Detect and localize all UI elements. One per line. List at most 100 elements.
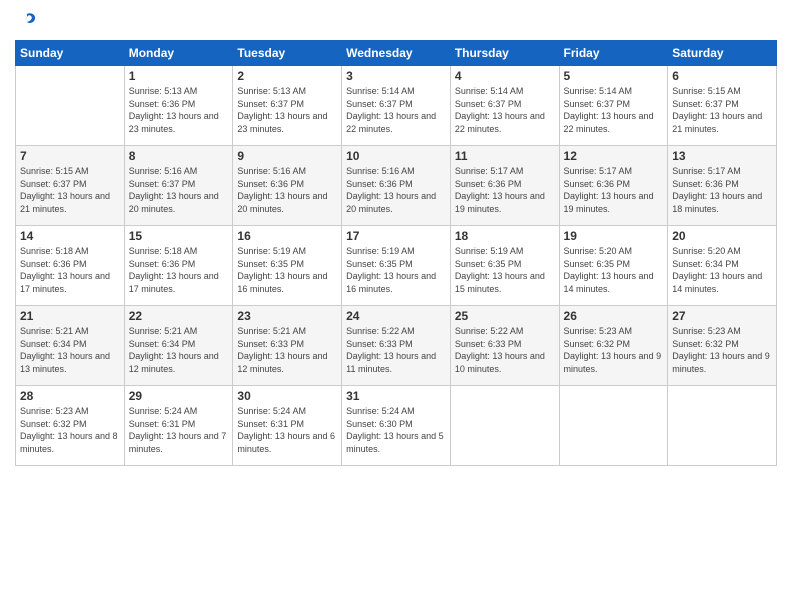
day-info: Sunrise: 5:17 AMSunset: 6:36 PMDaylight:…	[455, 165, 555, 215]
calendar-cell: 30 Sunrise: 5:24 AMSunset: 6:31 PMDayligh…	[233, 386, 342, 466]
calendar-cell: 22 Sunrise: 5:21 AMSunset: 6:34 PMDayligh…	[124, 306, 233, 386]
calendar-cell: 19 Sunrise: 5:20 AMSunset: 6:35 PMDayligh…	[559, 226, 668, 306]
calendar-cell: 27Sunrise: 5:23 AMSunset: 6:32 PMDayligh…	[668, 306, 777, 386]
day-info: Sunrise: 5:16 AMSunset: 6:36 PMDaylight:…	[346, 165, 446, 215]
day-info: Sunrise: 5:14 AMSunset: 6:37 PMDaylight:…	[455, 85, 555, 135]
day-number: 6	[672, 69, 772, 83]
calendar-cell: 11 Sunrise: 5:17 AMSunset: 6:36 PMDayligh…	[450, 146, 559, 226]
day-info: Sunrise: 5:16 AMSunset: 6:36 PMDaylight:…	[237, 165, 337, 215]
calendar-cell: 21 Sunrise: 5:21 AMSunset: 6:34 PMDayligh…	[16, 306, 125, 386]
day-info: Sunrise: 5:14 AMSunset: 6:37 PMDaylight:…	[564, 85, 664, 135]
calendar-cell: 25 Sunrise: 5:22 AMSunset: 6:33 PMDayligh…	[450, 306, 559, 386]
day-info: Sunrise: 5:18 AMSunset: 6:36 PMDaylight:…	[129, 245, 229, 295]
day-info: Sunrise: 5:21 AMSunset: 6:34 PMDaylight:…	[20, 325, 120, 375]
col-tuesday: Tuesday	[233, 41, 342, 66]
day-info: Sunrise: 5:15 AMSunset: 6:37 PMDaylight:…	[20, 165, 120, 215]
calendar-cell: 10 Sunrise: 5:16 AMSunset: 6:36 PMDayligh…	[342, 146, 451, 226]
day-info: Sunrise: 5:20 AMSunset: 6:34 PMDaylight:…	[672, 245, 772, 295]
calendar-cell: 7 Sunrise: 5:15 AMSunset: 6:37 PMDaylight…	[16, 146, 125, 226]
day-info: Sunrise: 5:14 AMSunset: 6:37 PMDaylight:…	[346, 85, 446, 135]
day-info: Sunrise: 5:13 AMSunset: 6:37 PMDaylight:…	[237, 85, 337, 135]
day-number: 25	[455, 309, 555, 323]
calendar-cell	[668, 386, 777, 466]
day-info: Sunrise: 5:19 AMSunset: 6:35 PMDaylight:…	[237, 245, 337, 295]
day-number: 23	[237, 309, 337, 323]
calendar-cell: 6 Sunrise: 5:15 AMSunset: 6:37 PMDaylight…	[668, 66, 777, 146]
day-number: 17	[346, 229, 446, 243]
calendar-cell	[559, 386, 668, 466]
day-number: 29	[129, 389, 229, 403]
day-number: 12	[564, 149, 664, 163]
calendar-cell: 13Sunrise: 5:17 AMSunset: 6:36 PMDayligh…	[668, 146, 777, 226]
calendar-cell: 4 Sunrise: 5:14 AMSunset: 6:37 PMDaylight…	[450, 66, 559, 146]
day-number: 7	[20, 149, 120, 163]
day-number: 21	[20, 309, 120, 323]
logo	[15, 10, 39, 32]
day-info: Sunrise: 5:15 AMSunset: 6:37 PMDaylight:…	[672, 85, 772, 135]
day-number: 8	[129, 149, 229, 163]
calendar-cell: 29 Sunrise: 5:24 AMSunset: 6:31 PMDayligh…	[124, 386, 233, 466]
day-info: Sunrise: 5:20 AMSunset: 6:35 PMDaylight:…	[564, 245, 664, 295]
calendar-week-row: 1Sunrise: 5:13 AMSunset: 6:36 PMDaylight…	[16, 66, 777, 146]
day-number: 3	[346, 69, 446, 83]
calendar-cell: 31Sunrise: 5:24 AMSunset: 6:30 PMDayligh…	[342, 386, 451, 466]
day-info: Sunrise: 5:16 AMSunset: 6:37 PMDaylight:…	[129, 165, 229, 215]
calendar-cell: 14 Sunrise: 5:18 AMSunset: 6:36 PMDayligh…	[16, 226, 125, 306]
page-container: Sunday Monday Tuesday Wednesday Thursday…	[0, 0, 792, 476]
day-number: 20	[672, 229, 772, 243]
calendar-week-row: 21 Sunrise: 5:21 AMSunset: 6:34 PMDayligh…	[16, 306, 777, 386]
day-number: 27	[672, 309, 772, 323]
day-number: 14	[20, 229, 120, 243]
col-friday: Friday	[559, 41, 668, 66]
calendar-cell: 28Sunrise: 5:23 AMSunset: 6:32 PMDayligh…	[16, 386, 125, 466]
logo-bird-icon	[16, 10, 38, 32]
day-info: Sunrise: 5:24 AMSunset: 6:31 PMDaylight:…	[129, 405, 229, 455]
calendar-cell: 3 Sunrise: 5:14 AMSunset: 6:37 PMDaylight…	[342, 66, 451, 146]
calendar-table: Sunday Monday Tuesday Wednesday Thursday…	[15, 40, 777, 466]
header	[15, 10, 777, 32]
calendar-week-row: 28Sunrise: 5:23 AMSunset: 6:32 PMDayligh…	[16, 386, 777, 466]
day-info: Sunrise: 5:21 AMSunset: 6:34 PMDaylight:…	[129, 325, 229, 375]
day-info: Sunrise: 5:19 AMSunset: 6:35 PMDaylight:…	[455, 245, 555, 295]
calendar-cell: 15Sunrise: 5:18 AMSunset: 6:36 PMDayligh…	[124, 226, 233, 306]
day-number: 4	[455, 69, 555, 83]
day-number: 30	[237, 389, 337, 403]
col-thursday: Thursday	[450, 41, 559, 66]
calendar-header-row: Sunday Monday Tuesday Wednesday Thursday…	[16, 41, 777, 66]
calendar-cell: 26 Sunrise: 5:23 AMSunset: 6:32 PMDayligh…	[559, 306, 668, 386]
day-number: 26	[564, 309, 664, 323]
calendar-week-row: 14 Sunrise: 5:18 AMSunset: 6:36 PMDayligh…	[16, 226, 777, 306]
calendar-cell	[16, 66, 125, 146]
calendar-cell: 17Sunrise: 5:19 AMSunset: 6:35 PMDayligh…	[342, 226, 451, 306]
day-info: Sunrise: 5:23 AMSunset: 6:32 PMDaylight:…	[564, 325, 664, 375]
day-number: 13	[672, 149, 772, 163]
calendar-cell: 24Sunrise: 5:22 AMSunset: 6:33 PMDayligh…	[342, 306, 451, 386]
calendar-cell: 12 Sunrise: 5:17 AMSunset: 6:36 PMDayligh…	[559, 146, 668, 226]
calendar-cell: 18Sunrise: 5:19 AMSunset: 6:35 PMDayligh…	[450, 226, 559, 306]
day-info: Sunrise: 5:13 AMSunset: 6:36 PMDaylight:…	[129, 85, 229, 135]
calendar-cell: 16Sunrise: 5:19 AMSunset: 6:35 PMDayligh…	[233, 226, 342, 306]
calendar-cell: 5Sunrise: 5:14 AMSunset: 6:37 PMDaylight…	[559, 66, 668, 146]
day-number: 2	[237, 69, 337, 83]
day-number: 22	[129, 309, 229, 323]
col-monday: Monday	[124, 41, 233, 66]
day-number: 19	[564, 229, 664, 243]
day-info: Sunrise: 5:21 AMSunset: 6:33 PMDaylight:…	[237, 325, 337, 375]
col-wednesday: Wednesday	[342, 41, 451, 66]
day-info: Sunrise: 5:22 AMSunset: 6:33 PMDaylight:…	[346, 325, 446, 375]
day-info: Sunrise: 5:18 AMSunset: 6:36 PMDaylight:…	[20, 245, 120, 295]
col-saturday: Saturday	[668, 41, 777, 66]
day-info: Sunrise: 5:24 AMSunset: 6:31 PMDaylight:…	[237, 405, 337, 455]
day-info: Sunrise: 5:17 AMSunset: 6:36 PMDaylight:…	[564, 165, 664, 215]
day-info: Sunrise: 5:23 AMSunset: 6:32 PMDaylight:…	[20, 405, 120, 455]
calendar-cell: 8 Sunrise: 5:16 AMSunset: 6:37 PMDaylight…	[124, 146, 233, 226]
calendar-cell: 23 Sunrise: 5:21 AMSunset: 6:33 PMDayligh…	[233, 306, 342, 386]
calendar-cell: 9Sunrise: 5:16 AMSunset: 6:36 PMDaylight…	[233, 146, 342, 226]
day-number: 10	[346, 149, 446, 163]
day-number: 11	[455, 149, 555, 163]
calendar-week-row: 7 Sunrise: 5:15 AMSunset: 6:37 PMDaylight…	[16, 146, 777, 226]
calendar-cell: 20 Sunrise: 5:20 AMSunset: 6:34 PMDayligh…	[668, 226, 777, 306]
day-info: Sunrise: 5:22 AMSunset: 6:33 PMDaylight:…	[455, 325, 555, 375]
col-sunday: Sunday	[16, 41, 125, 66]
day-number: 31	[346, 389, 446, 403]
